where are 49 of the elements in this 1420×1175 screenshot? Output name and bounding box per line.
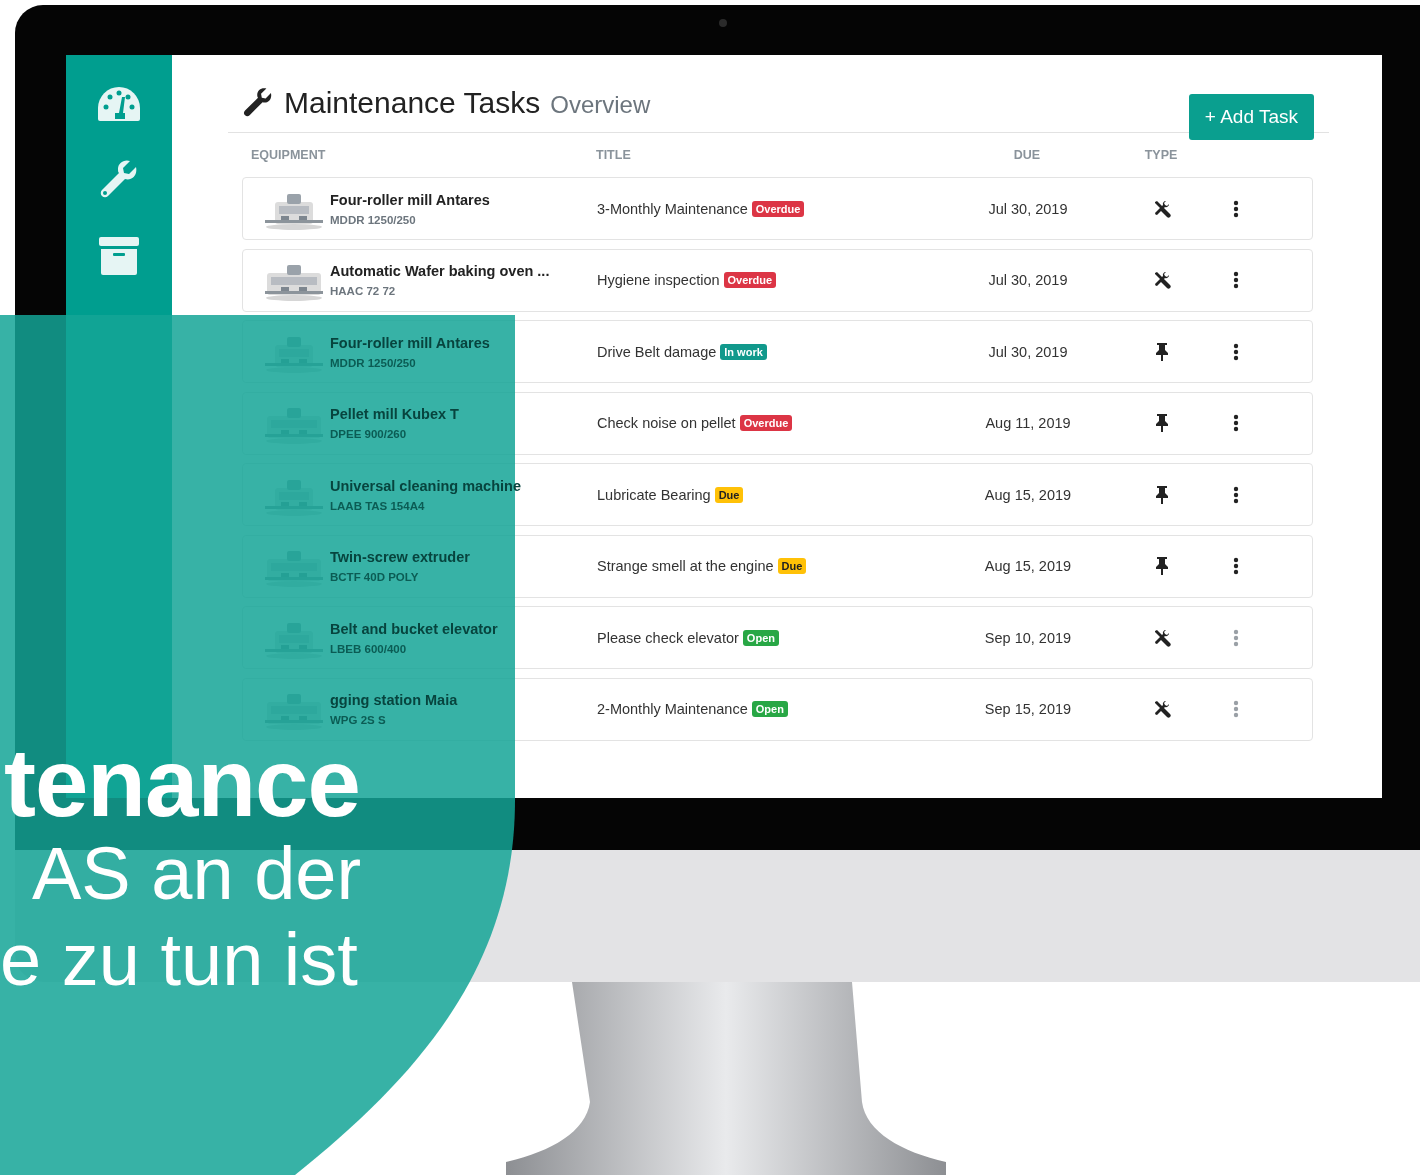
banner-text: AS an der [31,831,362,917]
page-title: Maintenance Tasks [284,85,541,120]
task-title: 2-Monthly Maintenance [597,701,748,717]
equipment-code: MDDR 1250/250 [330,356,417,369]
column-header: EQUIPMENT [250,148,327,162]
equipment-name: Belt and bucket elevator [330,620,499,637]
equipment-code: WPG 2S S [330,714,387,726]
task-title: Strange smell at the engine [597,558,774,574]
due-date: Aug 15, 2019 [983,558,1073,574]
task-title: Lubricate Bearing [597,486,711,503]
column-header: TYPE [1143,148,1179,162]
status-badge: Open [751,701,788,717]
status-badge: Open [742,629,779,646]
equipment-code: HAAC 72 72 [330,285,397,297]
page-subtitle: Overview [550,89,651,119]
task-title: Hygiene inspection [597,272,720,288]
equipment-name: Twin-screw extruder [330,549,471,565]
status-badge: Overdue [723,272,777,288]
equipment-code: BCTF 40D POLY [330,571,420,583]
equipment-name: Pellet mill Kubex T [330,406,460,422]
equipment-name: Four-roller mill Antares [330,191,491,208]
task-title: Please check elevator [597,629,739,646]
banner-text: e zu tun ist [0,917,358,1003]
column-header: DUE [1012,148,1042,162]
due-date: Sep 10, 2019 [983,629,1073,646]
task-title: Check noise on pellet [597,415,736,431]
status-badge: Overdue [751,200,805,217]
task-title: Drive Belt damage [597,343,717,360]
status-badge: Overdue [739,415,793,431]
status-badge: Due [777,558,807,574]
equipment-name: Four-roller mill Antares [330,334,491,351]
equipment-code: MDDR 1250/250 [330,213,417,226]
status-badge: Due [714,486,744,503]
equipment-code: LBEB 600/400 [330,642,408,655]
task-title: 3-Monthly Maintenance [597,200,748,217]
due-date: Aug 11, 2019 [984,415,1072,431]
due-date: Jul 30, 2019 [987,200,1069,217]
due-date: Sep 15, 2019 [983,701,1073,717]
due-date: Jul 30, 2019 [987,272,1069,288]
equipment-code: LAAB TAS 154A4 [330,499,426,512]
due-date: Jul 30, 2019 [987,343,1069,360]
equipment-name: gging station Maia [330,692,459,708]
task-row[interactable]: Automatic Wafer baking oven ... HAAC 72 72 Hygiene inspection Overdue Jul 30, 2019 [242,248,1313,312]
due-date: Aug 15, 2019 [983,486,1073,503]
status-badge: In work [720,343,767,360]
equipment-code: DPEE 900/260 [330,428,408,440]
task-row[interactable]: Four-roller mill Antares MDDR 1250/250 3-Monthly Maintenance Overdue Jul 30, 2019 [242,177,1313,240]
column-header: TITLE [596,148,632,162]
equipment-name: Automatic Wafer baking oven ... [330,263,551,279]
